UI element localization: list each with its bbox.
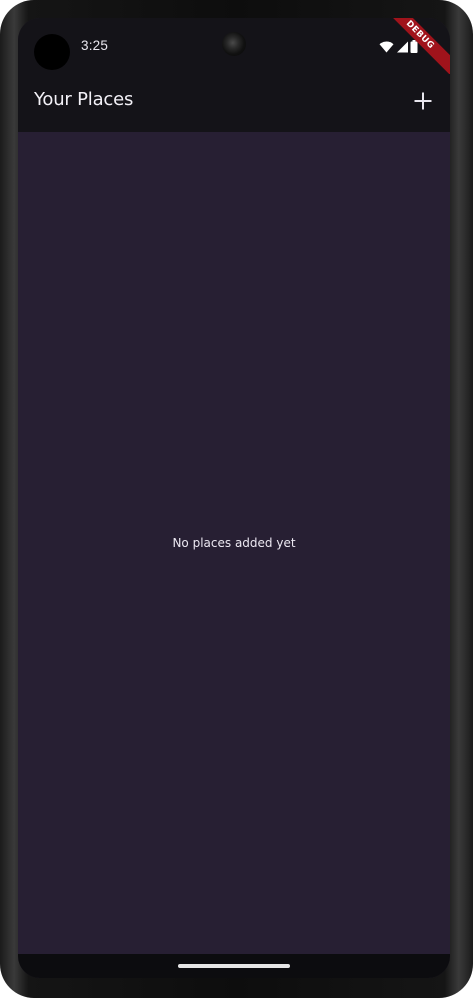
camera-cutout — [34, 34, 70, 70]
phone-screen: 3:25 DEBUG Your Places No places added y… — [18, 18, 450, 978]
places-list-area: No places added yet — [18, 132, 450, 954]
plus-icon — [414, 92, 432, 113]
app-bar: Your Places — [18, 74, 450, 132]
cellular-signal-icon — [396, 38, 408, 57]
phone-frame: 3:25 DEBUG Your Places No places added y… — [0, 0, 473, 998]
add-place-button[interactable] — [406, 85, 440, 119]
wifi-icon — [379, 38, 394, 57]
page-title: Your Places — [34, 89, 134, 110]
empty-state-message: No places added yet — [172, 536, 296, 550]
status-time: 3:25 — [81, 38, 109, 53]
front-camera — [222, 32, 246, 56]
status-bar: 3:25 DEBUG — [18, 18, 450, 83]
home-gesture-handle[interactable] — [178, 964, 290, 968]
status-icons — [379, 38, 418, 57]
system-navigation-bar — [18, 954, 450, 978]
